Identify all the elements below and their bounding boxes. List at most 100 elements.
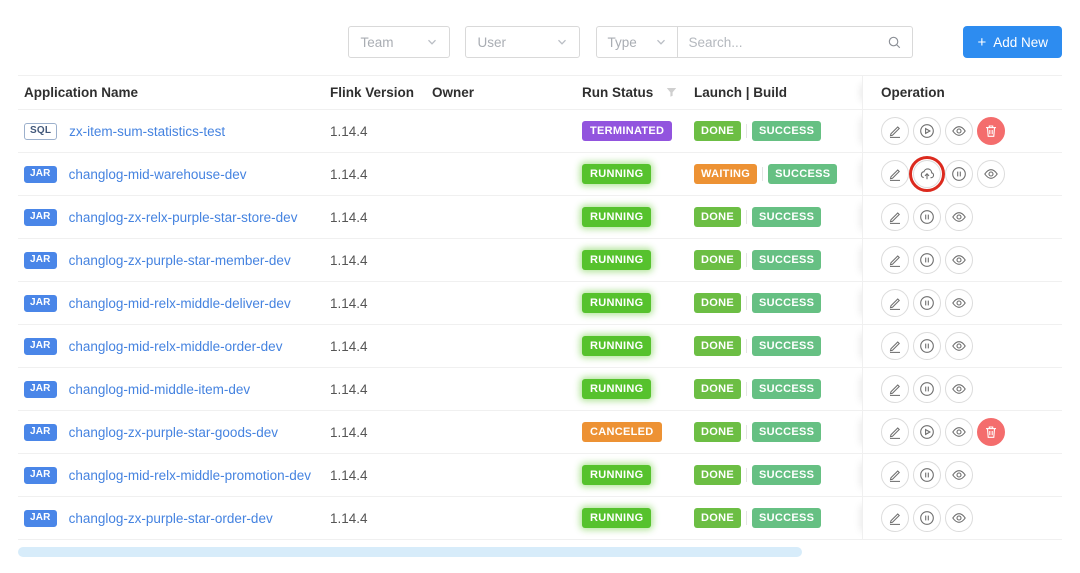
pause-button[interactable] bbox=[913, 332, 941, 360]
start-button[interactable] bbox=[913, 418, 941, 446]
flink-version: 1.14.4 bbox=[322, 253, 422, 268]
job-type-badge: JAR bbox=[24, 166, 57, 183]
operation-buttons bbox=[862, 454, 1062, 496]
run-status-badge: RUNNING bbox=[582, 164, 651, 184]
team-filter-placeholder: Team bbox=[360, 35, 393, 50]
build-status-badge: SUCCESS bbox=[752, 121, 821, 141]
pause-circle-icon bbox=[951, 166, 967, 182]
launch-status-badge: DONE bbox=[694, 336, 741, 356]
pause-circle-icon bbox=[919, 252, 935, 268]
pencil-icon bbox=[887, 209, 903, 225]
filter-icon[interactable] bbox=[665, 86, 678, 99]
table-row: JAR changlog-mid-relx-middle-order-dev 1… bbox=[18, 325, 1062, 368]
flink-version: 1.14.4 bbox=[322, 468, 422, 483]
application-name-link[interactable]: changlog-zx-relx-purple-star-store-dev bbox=[69, 210, 298, 225]
detail-button[interactable] bbox=[945, 504, 973, 532]
pencil-icon bbox=[887, 166, 903, 182]
eye-icon bbox=[951, 252, 967, 268]
launch-status-badge: DONE bbox=[694, 121, 741, 141]
run-status-badge: RUNNING bbox=[582, 336, 651, 356]
edit-button[interactable] bbox=[881, 246, 909, 274]
edit-button[interactable] bbox=[881, 160, 909, 188]
edit-button[interactable] bbox=[881, 418, 909, 446]
edit-button[interactable] bbox=[881, 203, 909, 231]
table-row: JAR changlog-mid-middle-item-dev 1.14.4 … bbox=[18, 368, 1062, 411]
edit-button[interactable] bbox=[881, 461, 909, 489]
delete-button[interactable] bbox=[977, 117, 1005, 145]
edit-button[interactable] bbox=[881, 117, 909, 145]
run-status-badge: RUNNING bbox=[582, 379, 651, 399]
table-header: Application Name Flink Version Owner Run… bbox=[18, 75, 1062, 110]
operation-buttons bbox=[862, 411, 1062, 453]
operation-buttons bbox=[862, 110, 1062, 152]
pause-button[interactable] bbox=[913, 246, 941, 274]
pause-circle-icon bbox=[919, 209, 935, 225]
horizontal-scrollbar[interactable] bbox=[18, 547, 802, 557]
table-row: JAR changlog-zx-purple-star-goods-dev 1.… bbox=[18, 411, 1062, 454]
table-row: JAR changlog-zx-relx-purple-star-store-d… bbox=[18, 196, 1062, 239]
pause-button[interactable] bbox=[945, 160, 973, 188]
edit-button[interactable] bbox=[881, 504, 909, 532]
flink-version: 1.14.4 bbox=[322, 511, 422, 526]
application-name-link[interactable]: changlog-mid-middle-item-dev bbox=[69, 382, 251, 397]
operation-buttons bbox=[862, 153, 1062, 195]
eye-icon bbox=[951, 338, 967, 354]
type-filter-select[interactable]: Type bbox=[596, 26, 678, 58]
pause-button[interactable] bbox=[913, 203, 941, 231]
pencil-icon bbox=[887, 510, 903, 526]
run-status-badge: RUNNING bbox=[582, 508, 651, 528]
build-status-badge: SUCCESS bbox=[752, 207, 821, 227]
eye-icon bbox=[951, 295, 967, 311]
delete-button[interactable] bbox=[977, 418, 1005, 446]
job-type-badge: JAR bbox=[24, 381, 57, 398]
pause-button[interactable] bbox=[913, 289, 941, 317]
pause-button[interactable] bbox=[913, 375, 941, 403]
detail-button[interactable] bbox=[945, 117, 973, 145]
launch-status-badge: DONE bbox=[694, 250, 741, 270]
pencil-icon bbox=[887, 338, 903, 354]
pencil-icon bbox=[887, 252, 903, 268]
edit-button[interactable] bbox=[881, 332, 909, 360]
detail-button[interactable] bbox=[945, 375, 973, 403]
detail-button[interactable] bbox=[945, 289, 973, 317]
flink-version: 1.14.4 bbox=[322, 124, 422, 139]
application-name-link[interactable]: changlog-zx-purple-star-member-dev bbox=[69, 253, 291, 268]
detail-button[interactable] bbox=[945, 246, 973, 274]
edit-button[interactable] bbox=[881, 375, 909, 403]
launch-status-badge: DONE bbox=[694, 293, 741, 313]
run-status-badge: RUNNING bbox=[582, 250, 651, 270]
search-box bbox=[678, 26, 913, 58]
user-filter-select[interactable]: User bbox=[465, 26, 580, 58]
application-name-link[interactable]: changlog-mid-relx-middle-order-dev bbox=[69, 339, 283, 354]
job-type-badge: JAR bbox=[24, 510, 57, 527]
user-filter-placeholder: User bbox=[477, 35, 506, 50]
application-name-link[interactable]: changlog-zx-purple-star-goods-dev bbox=[69, 425, 278, 440]
application-name-link[interactable]: zx-item-sum-statistics-test bbox=[69, 124, 225, 139]
start-button[interactable] bbox=[913, 117, 941, 145]
detail-button[interactable] bbox=[945, 418, 973, 446]
badge-divider bbox=[746, 210, 747, 224]
eye-icon bbox=[951, 209, 967, 225]
application-name-link[interactable]: changlog-mid-warehouse-dev bbox=[69, 167, 247, 182]
launch-button[interactable] bbox=[913, 160, 941, 188]
detail-button[interactable] bbox=[977, 160, 1005, 188]
pause-button[interactable] bbox=[913, 504, 941, 532]
application-name-link[interactable]: changlog-zx-purple-star-order-dev bbox=[69, 511, 273, 526]
flink-version: 1.14.4 bbox=[322, 167, 422, 182]
search-input[interactable] bbox=[688, 35, 887, 50]
detail-button[interactable] bbox=[945, 461, 973, 489]
team-filter-select[interactable]: Team bbox=[348, 26, 450, 58]
edit-button[interactable] bbox=[881, 289, 909, 317]
application-name-link[interactable]: changlog-mid-relx-middle-deliver-dev bbox=[69, 296, 291, 311]
launch-status-badge: DONE bbox=[694, 207, 741, 227]
application-name-link[interactable]: changlog-mid-relx-middle-promotion-dev bbox=[69, 468, 311, 483]
chevron-down-icon bbox=[556, 36, 568, 48]
job-type-badge: JAR bbox=[24, 338, 57, 355]
build-status-badge: SUCCESS bbox=[752, 508, 821, 528]
pause-button[interactable] bbox=[913, 461, 941, 489]
add-new-button[interactable]: + Add New bbox=[963, 26, 1062, 58]
chevron-down-icon bbox=[655, 36, 667, 48]
operation-buttons bbox=[862, 282, 1062, 324]
detail-button[interactable] bbox=[945, 332, 973, 360]
detail-button[interactable] bbox=[945, 203, 973, 231]
